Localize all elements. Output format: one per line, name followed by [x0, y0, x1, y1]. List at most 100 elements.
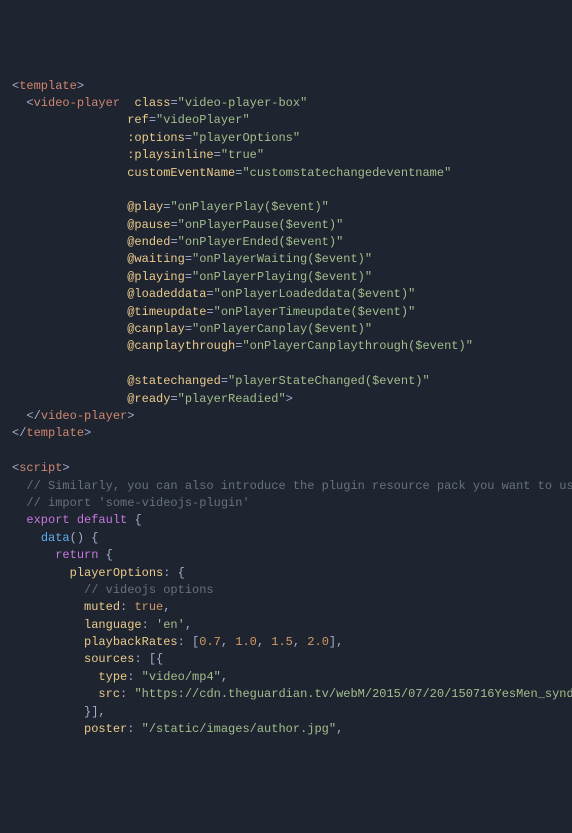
- token-str: "/static/images/author.jpg": [142, 722, 336, 736]
- code-line: @canplay="onPlayerCanplay($event)": [12, 321, 560, 338]
- token-attr: @play: [127, 200, 163, 214]
- token-pun: : {: [163, 566, 185, 580]
- code-line: // import 'some-videojs-plugin': [12, 495, 560, 512]
- token-pun: [12, 218, 127, 232]
- token-pun: ,: [185, 618, 192, 632]
- code-line: ref="videoPlayer": [12, 112, 560, 129]
- code-line: type: "video/mp4",: [12, 669, 560, 686]
- code-line: [12, 182, 560, 199]
- token-pun: =: [185, 322, 192, 336]
- token-pun: >: [84, 426, 91, 440]
- code-line: [12, 443, 560, 460]
- code-line: src: "https://cdn.theguardian.tv/webM/20…: [12, 686, 560, 703]
- code-line: </video-player>: [12, 408, 560, 425]
- token-str: "playerStateChanged($event)": [228, 374, 430, 388]
- token-num: 2.0: [307, 635, 329, 649]
- token-pun: [12, 374, 127, 388]
- token-tag: template: [19, 79, 77, 93]
- token-pun: [12, 305, 127, 319]
- token-str: 'en': [156, 618, 185, 632]
- token-pun: ],: [329, 635, 343, 649]
- token-str: "onPlayerWaiting($event)": [192, 252, 372, 266]
- token-pun: :: [127, 670, 141, 684]
- code-line: @loadeddata="onPlayerLoadeddata($event)": [12, 286, 560, 303]
- token-pun: [12, 235, 127, 249]
- token-tag: video-player: [41, 409, 127, 423]
- token-pun: :: [142, 618, 156, 632]
- token-com: // Similarly, you can also introduce the…: [12, 479, 572, 493]
- token-kw: return: [55, 548, 98, 562]
- token-pun: >: [62, 461, 69, 475]
- token-attr: @timeupdate: [127, 305, 206, 319]
- token-tag: script: [19, 461, 62, 475]
- token-pun: [12, 722, 84, 736]
- code-line: @ended="onPlayerEnded($event)": [12, 234, 560, 251]
- token-attr: src: [98, 687, 120, 701]
- token-pun: =: [185, 131, 192, 145]
- code-line: @pause="onPlayerPause($event)": [12, 217, 560, 234]
- code-line: }],: [12, 704, 560, 721]
- code-line: customEventName="customstatechangedevent…: [12, 165, 560, 182]
- token-attr: language: [84, 618, 142, 632]
- token-pun: ,: [221, 670, 228, 684]
- token-bool: true: [134, 600, 163, 614]
- token-str: "videoPlayer": [156, 113, 250, 127]
- token-pun: [12, 287, 127, 301]
- token-tag: video-player: [34, 96, 120, 110]
- token-pun: [12, 148, 127, 162]
- token-str: "onPlayerCanplaythrough($event)": [242, 339, 472, 353]
- token-pun: [12, 183, 19, 197]
- token-pun: ,: [257, 635, 271, 649]
- token-pun: [12, 670, 98, 684]
- token-pun: [12, 548, 55, 562]
- code-line: language: 'en',: [12, 617, 560, 634]
- token-pun: {: [98, 548, 112, 562]
- token-str: "onPlayerCanplay($event)": [192, 322, 372, 336]
- code-line: <script>: [12, 460, 560, 477]
- token-pun: [12, 687, 98, 701]
- code-line: @play="onPlayerPlay($event)": [12, 199, 560, 216]
- token-fn: data: [41, 531, 70, 545]
- token-tag: template: [26, 426, 84, 440]
- token-attr: class: [134, 96, 170, 110]
- token-pun: =: [170, 218, 177, 232]
- code-line: poster: "/static/images/author.jpg",: [12, 721, 560, 738]
- token-str: "onPlayerTimeupdate($event)": [214, 305, 416, 319]
- token-pun: [12, 652, 84, 666]
- token-attr: @pause: [127, 218, 170, 232]
- token-pun: [12, 513, 26, 527]
- token-pun: }],: [12, 705, 106, 719]
- token-attr: @ended: [127, 235, 170, 249]
- token-pun: </: [12, 409, 41, 423]
- token-attr: ref: [127, 113, 149, 127]
- token-str: "onPlayerPlay($event)": [170, 200, 328, 214]
- token-kw: default: [77, 513, 127, 527]
- token-pun: =: [206, 287, 213, 301]
- token-pun: [12, 166, 127, 180]
- code-line: playbackRates: [0.7, 1.0, 1.5, 2.0],: [12, 634, 560, 651]
- token-pun: :: [120, 687, 134, 701]
- token-attr: playerOptions: [70, 566, 164, 580]
- token-pun: <: [12, 96, 34, 110]
- code-line: data() {: [12, 530, 560, 547]
- token-pun: : [: [178, 635, 200, 649]
- token-num: 1.0: [235, 635, 257, 649]
- token-attr: @canplay: [127, 322, 185, 336]
- token-pun: =: [170, 392, 177, 406]
- code-line: @ready="playerReadied">: [12, 391, 560, 408]
- code-line: :playsinline="true": [12, 147, 560, 164]
- token-pun: =: [170, 96, 177, 110]
- token-pun: :: [127, 722, 141, 736]
- token-pun: [120, 96, 134, 110]
- token-pun: :: [120, 600, 134, 614]
- code-line: @timeupdate="onPlayerTimeupdate($event)": [12, 304, 560, 321]
- code-line: </template>: [12, 425, 560, 442]
- token-num: 0.7: [199, 635, 221, 649]
- token-pun: >: [286, 392, 293, 406]
- code-block: <template> <video-player class="video-pl…: [12, 78, 560, 739]
- code-line: [12, 356, 560, 373]
- token-pun: () {: [70, 531, 99, 545]
- code-line: <template>: [12, 78, 560, 95]
- token-pun: =: [206, 305, 213, 319]
- token-pun: >: [77, 79, 84, 93]
